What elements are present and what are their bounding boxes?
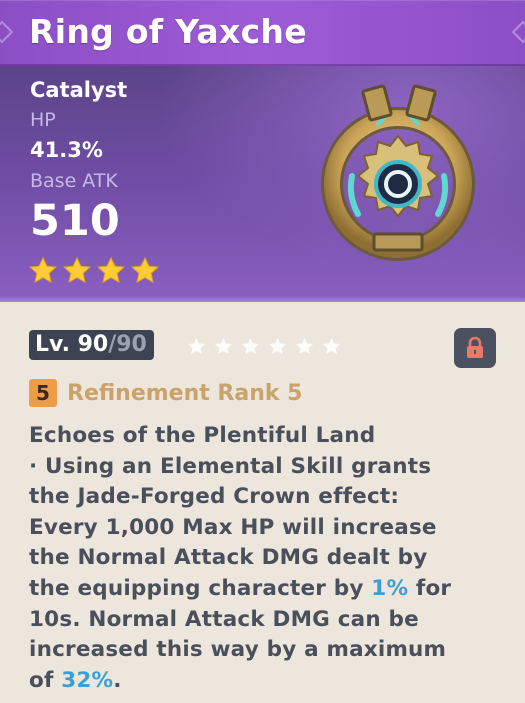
refinement-text: Refinement Rank 5 xyxy=(67,380,303,406)
passive-line: of 32%. xyxy=(29,666,509,697)
passive-line: 10s. Normal Attack DMG can be xyxy=(29,606,419,632)
base-atk-value: 510 xyxy=(30,196,120,246)
passive-line: · Using an Elemental Skill grants xyxy=(29,453,432,479)
star-outline-icon xyxy=(268,337,287,355)
level-current: Lv. 90 xyxy=(35,332,109,357)
star-outline-icon xyxy=(241,337,260,355)
lock-button[interactable] xyxy=(454,328,496,368)
base-atk-label: Base ATK xyxy=(30,170,118,192)
passive-text: of xyxy=(29,667,62,693)
star-outline-icon xyxy=(322,337,341,355)
passive-description: Echoes of the Plentiful Land · Using an … xyxy=(29,421,509,696)
star-icon xyxy=(28,256,58,284)
passive-title: Echoes of the Plentiful Land xyxy=(29,423,376,448)
refinement-badge: 5 xyxy=(29,379,57,407)
refinement-row: 5 Refinement Rank 5 xyxy=(29,379,302,407)
level-indicator: Lv. 90/90 xyxy=(29,330,154,360)
title-ornament-right xyxy=(511,20,525,44)
passive-text: for xyxy=(408,575,452,601)
passive-highlight: 1% xyxy=(371,575,409,601)
weapon-card: Ring of Yaxche Catalyst HP 41.3% Base AT… xyxy=(0,0,525,703)
star-icon xyxy=(130,256,160,284)
star-outline-icon xyxy=(187,337,206,355)
passive-line: the Normal Attack DMG dealt by xyxy=(29,545,428,571)
rarity-stars xyxy=(28,256,160,286)
lock-icon xyxy=(467,336,483,358)
secondary-stat-value: 41.3% xyxy=(30,138,103,162)
passive-line: the equipping character by 1% for xyxy=(29,574,509,605)
weapon-name: Ring of Yaxche xyxy=(29,12,307,51)
star-icon xyxy=(62,256,92,284)
passive-line: the Jade-Forged Crown effect: xyxy=(29,484,400,510)
weapon-header: Catalyst HP 41.3% Base ATK 510 xyxy=(0,66,525,302)
weapon-details: Lv. 90/90 5 Refinement Rank 5 Echoes of … xyxy=(0,302,525,703)
ascension-stars xyxy=(186,336,342,357)
star-outline-icon xyxy=(295,337,314,355)
secondary-stat-label: HP xyxy=(30,109,56,131)
passive-text: . xyxy=(113,667,122,693)
ring-catalyst-icon xyxy=(321,84,475,261)
star-outline-icon xyxy=(214,337,233,355)
passive-highlight: 32% xyxy=(61,667,114,693)
title-bar: Ring of Yaxche xyxy=(0,0,525,66)
level-max: /90 xyxy=(108,332,147,357)
star-icon xyxy=(96,256,126,284)
passive-text: the equipping character by xyxy=(29,575,372,601)
weapon-type: Catalyst xyxy=(30,78,128,102)
passive-line: Every 1,000 Max HP will increase xyxy=(29,514,437,540)
title-ornament-left xyxy=(0,20,14,44)
passive-line: increased this way by a maximum xyxy=(29,637,447,663)
